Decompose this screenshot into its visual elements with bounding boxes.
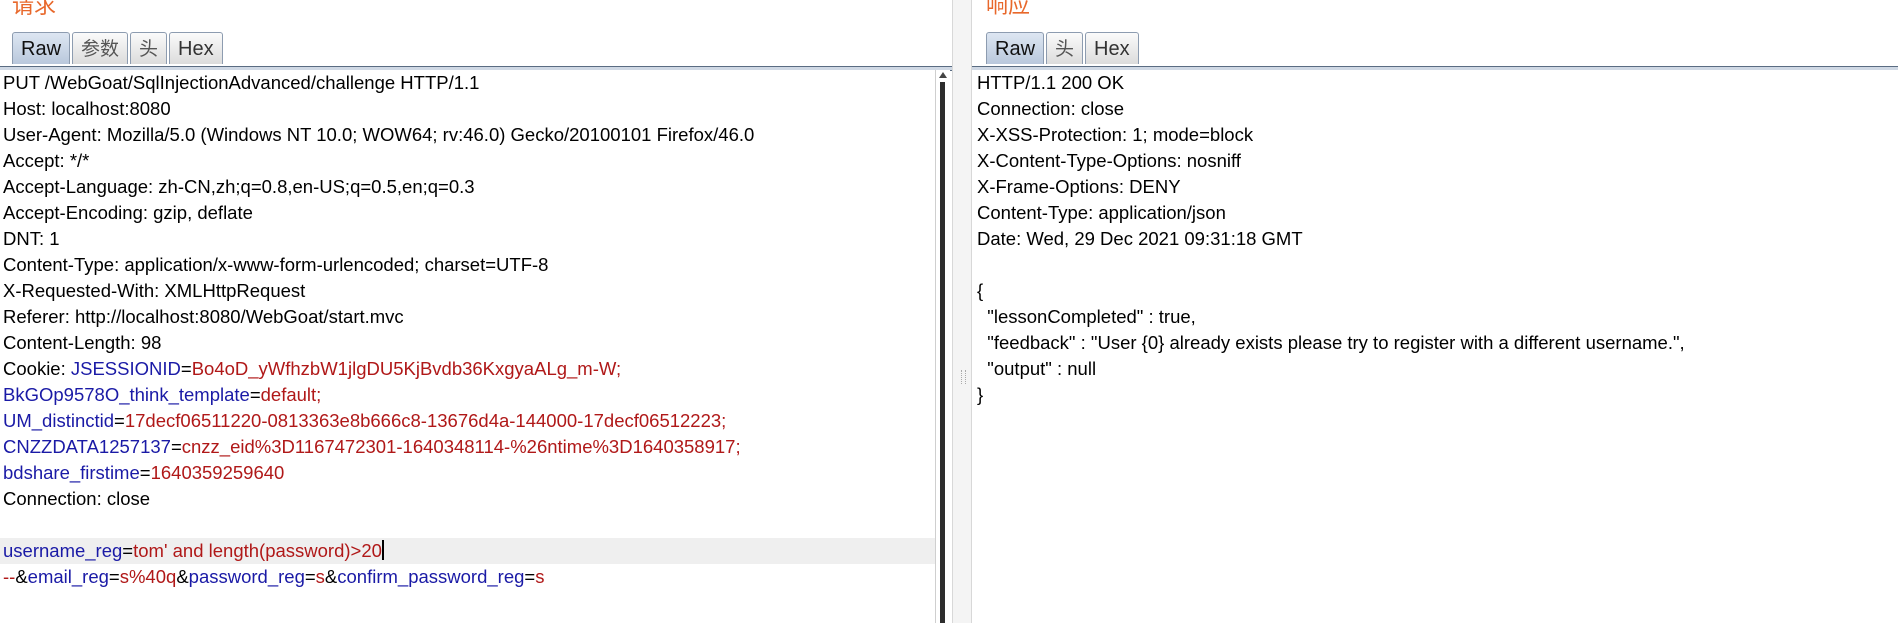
response-panel: 响应 Raw 头 Hex HTTP/1.1 200 OK Connection:… [972,0,1898,623]
cookie-prefix: Cookie: [3,358,71,379]
cookie-line: UM_distinctid=17decf06511220-0813363e8b6… [3,410,727,431]
param-value: s [315,566,325,587]
param-name: confirm_password_reg [337,566,525,587]
request-line: X-Requested-With: XMLHttpRequest [3,280,306,301]
response-line: "lessonCompleted" : true, [977,306,1196,327]
request-line: Content-Length: 98 [3,332,162,353]
param-separator: & [324,566,338,587]
request-tabs: Raw 参数 头 Hex [12,32,225,66]
request-line: Connection: close [3,488,151,509]
response-line: } [977,384,984,405]
response-line: HTTP/1.1 200 OK [977,72,1125,93]
text-caret [381,540,384,560]
param-name: email_reg [27,566,109,587]
scrollbar-thumb[interactable] [940,82,945,623]
request-line: Accept: */* [3,150,90,171]
response-line: Connection: close [977,98,1125,119]
cookie-name: BkGOp9578O_think_template [3,384,250,405]
response-line: X-Content-Type-Options: nosniff [977,150,1241,171]
pane-splitter[interactable] [952,0,972,623]
request-panel: 请求 Raw 参数 头 Hex PUT /WebGoat/SqlInjectio… [0,0,952,623]
cookie-line: BkGOp9578O_think_template=default; [3,384,322,405]
request-line: DNT: 1 [3,228,60,249]
response-line: Date: Wed, 29 Dec 2021 09:31:18 GMT [977,228,1303,249]
request-tab-headers[interactable]: 头 [130,32,168,64]
param-separator: & [15,566,28,587]
cookie-line: bdshare_firstime=1640359259640 [3,462,285,483]
cookie-value: default; [260,384,322,405]
response-tab-headers[interactable]: 头 [1046,32,1084,64]
response-line: X-XSS-Protection: 1; mode=block [977,124,1254,145]
request-scrollbar[interactable] [935,70,950,623]
cookie-line: CNZZDATA1257137=cnzz_eid%3D1167472301-16… [3,436,741,457]
param-value: tom' and length(password)>20 [133,540,382,561]
cookie-value: 17decf06511220-0813363e8b666c8-13676d4a-… [124,410,727,431]
cookie-name: CNZZDATA1257137 [3,436,171,457]
param-value: -- [3,566,16,587]
response-line: X-Frame-Options: DENY [977,176,1181,197]
request-tab-hex[interactable]: Hex [169,32,223,64]
request-editor[interactable]: PUT /WebGoat/SqlInjectionAdvanced/challe… [0,70,935,623]
param-name: username_reg [3,540,123,561]
request-title: 请求 [12,0,57,19]
request-line: Accept-Encoding: gzip, deflate [3,202,253,223]
param-value: s%40q [119,566,177,587]
response-line: "output" : null [977,358,1097,379]
param-separator: & [176,566,189,587]
response-line: "feedback" : "User {0} already exists pl… [977,332,1685,353]
response-line: Content-Type: application/json [977,202,1226,223]
cookie-name: bdshare_firstime [3,462,140,483]
request-line: Referer: http://localhost:8080/WebGoat/s… [3,306,404,327]
cookie-value: Bo4oD_yWfhzbW1jlgDU5KjBvdb36KxgyaALg_m-W… [191,358,622,379]
body-line-current: username_reg=tom' and length(password)>2… [0,538,935,564]
response-tab-hex[interactable]: Hex [1085,32,1139,64]
request-tab-raw[interactable]: Raw [12,32,71,64]
request-line: Accept-Language: zh-CN,zh;q=0.8,en-US;q=… [3,176,475,197]
cookie-value: cnzz_eid%3D1167472301-1640348114-%26ntim… [181,436,741,457]
request-line: Host: localhost:8080 [3,98,171,119]
request-line: User-Agent: Mozilla/5.0 (Windows NT 10.0… [3,124,755,145]
cookie-value: 1640359259640 [150,462,285,483]
cookie-name: JSESSIONID [70,358,181,379]
request-tab-params[interactable]: 参数 [72,32,129,64]
body-line: --&email_reg=s%40q&password_reg=s&confir… [3,566,545,587]
splitter-grip-icon[interactable] [961,370,966,384]
response-editor[interactable]: HTTP/1.1 200 OK Connection: close X-XSS-… [972,70,1898,623]
request-line: PUT /WebGoat/SqlInjectionAdvanced/challe… [3,72,480,93]
response-title: 响应 [986,0,1031,19]
cookie-name: UM_distinctid [3,410,115,431]
response-tab-raw[interactable]: Raw [986,32,1045,64]
param-value: s [535,566,545,587]
cookie-line: Cookie: JSESSIONID=Bo4oD_yWfhzbW1jlgDU5K… [3,358,622,379]
response-line: { [977,280,984,301]
request-line: Content-Type: application/x-www-form-url… [3,254,549,275]
response-tabs: Raw 头 Hex [986,32,1141,66]
param-name: password_reg [188,566,305,587]
scroll-up-arrow-icon[interactable] [939,72,947,78]
